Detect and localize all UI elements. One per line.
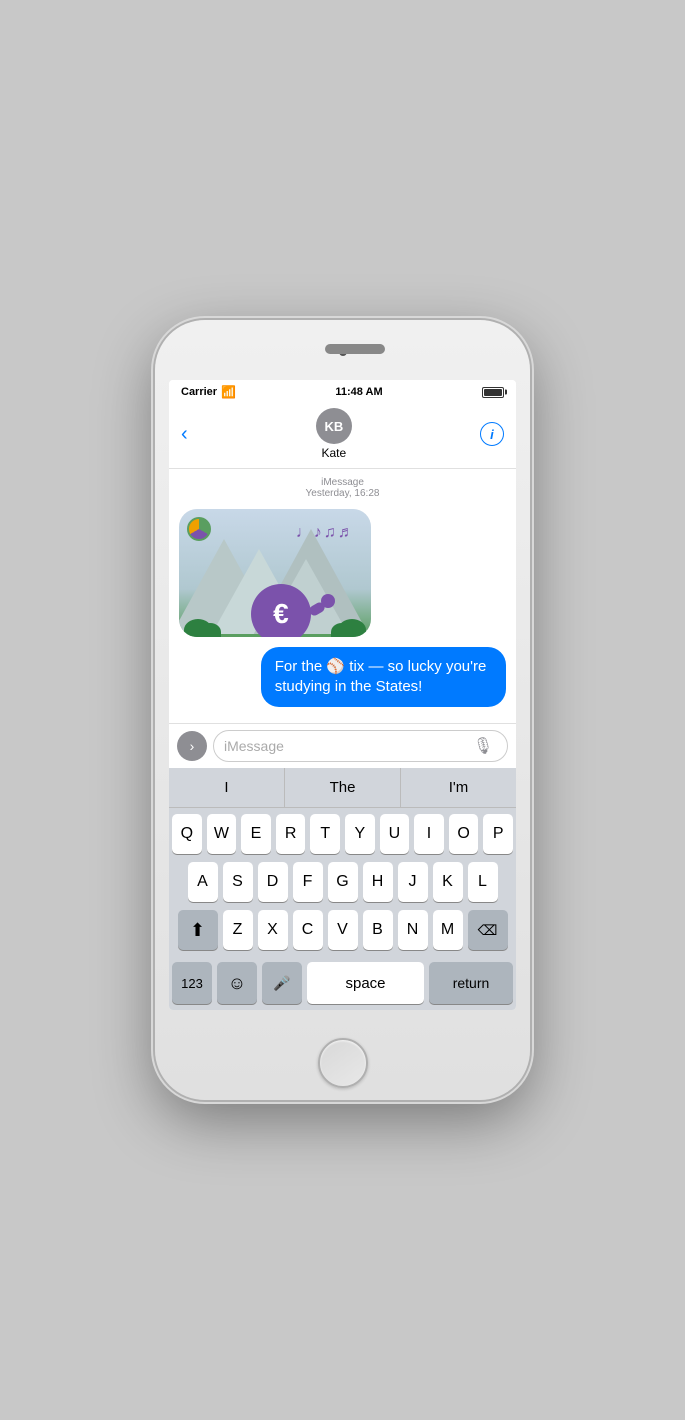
key-o[interactable]: O <box>449 814 479 854</box>
circle-pay-logo <box>187 517 211 541</box>
circle-pay-image: € <box>179 509 371 637</box>
mic-key[interactable]: 🎤 <box>262 962 302 1004</box>
key-y[interactable]: Y <box>345 814 375 854</box>
outgoing-text: For the ⚾ tix — so lucky you're studying… <box>275 658 487 695</box>
contact-name: Kate <box>321 446 346 460</box>
bush-left-2 <box>199 623 221 637</box>
key-m[interactable]: M <box>433 910 463 950</box>
autocomplete-item-1[interactable]: I <box>169 768 285 807</box>
shift-key[interactable]: ⬆ <box>178 910 218 950</box>
key-c[interactable]: C <box>293 910 323 950</box>
key-h[interactable]: H <box>363 862 393 902</box>
key-p[interactable]: P <box>483 814 513 854</box>
key-e[interactable]: E <box>241 814 271 854</box>
key-a[interactable]: A <box>188 862 218 902</box>
wifi-icon: 📶 <box>221 385 236 399</box>
message-input[interactable]: iMessage 🎙 <box>213 730 508 762</box>
key-r[interactable]: R <box>276 814 306 854</box>
speaker <box>325 344 385 354</box>
keys-section: Q W E R T Y U I O P A S D F G <box>169 808 516 962</box>
timestamp-text: Yesterday, 16:28 <box>306 488 380 499</box>
key-t[interactable]: T <box>310 814 340 854</box>
bottom-row: 123 ☺ 🎤 space return <box>169 962 516 1010</box>
key-v[interactable]: V <box>328 910 358 950</box>
back-chevron-icon: ‹ <box>181 423 188 446</box>
nav-bar: ‹ KB Kate i <box>169 404 516 469</box>
key-s[interactable]: S <box>223 862 253 902</box>
key-k[interactable]: K <box>433 862 463 902</box>
status-bar: Carrier 📶 11:48 AM <box>169 380 516 404</box>
home-button[interactable] <box>318 1038 368 1088</box>
autocomplete-bar: I The I'm <box>169 768 516 808</box>
contact-header[interactable]: KB Kate <box>316 408 352 460</box>
status-battery <box>482 387 504 398</box>
microphone-icon: 🎙 <box>473 736 493 756</box>
autocomplete-item-2[interactable]: The <box>285 768 401 807</box>
service-label: iMessage <box>179 477 506 488</box>
avatar-initials: KB <box>324 419 343 434</box>
key-w[interactable]: W <box>207 814 237 854</box>
input-area: › iMessage 🎙 <box>169 723 516 768</box>
timestamp-header: iMessage Yesterday, 16:28 <box>179 477 506 499</box>
bush-right-2 <box>331 623 353 637</box>
key-q[interactable]: Q <box>172 814 202 854</box>
autocomplete-item-3[interactable]: I'm <box>401 768 516 807</box>
key-123[interactable]: 123 <box>172 962 212 1004</box>
euro-character: € <box>251 584 311 637</box>
key-f[interactable]: F <box>293 862 323 902</box>
euro-body: € <box>251 584 311 637</box>
expand-button[interactable]: › <box>177 731 207 761</box>
battery-fill <box>484 389 502 396</box>
key-d[interactable]: D <box>258 862 288 902</box>
key-l[interactable]: L <box>468 862 498 902</box>
emoji-key[interactable]: ☺ <box>217 962 257 1004</box>
battery-icon <box>482 387 504 398</box>
status-time: 11:48 AM <box>335 386 382 398</box>
key-row-3: ⬆ Z X C V B N M ⌫ <box>172 910 513 950</box>
key-row-1: Q W E R T Y U I O P <box>172 814 513 854</box>
key-z[interactable]: Z <box>223 910 253 950</box>
key-j[interactable]: J <box>398 862 428 902</box>
space-key[interactable]: space <box>307 962 424 1004</box>
phone-device: Carrier 📶 11:48 AM ‹ KB Kate i <box>155 320 530 1100</box>
key-n[interactable]: N <box>398 910 428 950</box>
input-placeholder: iMessage <box>224 738 284 754</box>
euro-symbol: € <box>273 598 289 630</box>
messages-area: iMessage Yesterday, 16:28 <box>169 469 516 723</box>
character-fist <box>321 594 335 608</box>
status-carrier: Carrier 📶 <box>181 385 236 399</box>
phone-screen: Carrier 📶 11:48 AM ‹ KB Kate i <box>169 380 516 1010</box>
key-b[interactable]: B <box>363 910 393 950</box>
avatar: KB <box>316 408 352 444</box>
outgoing-message-bubble: For the ⚾ tix — so lucky you're studying… <box>261 647 506 708</box>
music-notes: ♩♪♫♬ <box>296 524 356 542</box>
backspace-key[interactable]: ⌫ <box>468 910 508 950</box>
carrier-text: Carrier <box>181 386 217 398</box>
key-row-2: A S D F G H J K L <box>172 862 513 902</box>
return-key[interactable]: return <box>429 962 513 1004</box>
key-x[interactable]: X <box>258 910 288 950</box>
incoming-message-bubble[interactable]: € <box>179 509 371 637</box>
keyboard: I The I'm Q W E R T Y U <box>169 768 516 1010</box>
info-icon: i <box>490 427 494 442</box>
key-i[interactable]: I <box>414 814 444 854</box>
input-mic-button[interactable]: 🎙 <box>469 732 497 760</box>
expand-icon: › <box>190 738 195 754</box>
back-button[interactable]: ‹ <box>181 423 188 446</box>
key-u[interactable]: U <box>380 814 410 854</box>
info-button[interactable]: i <box>480 422 504 446</box>
key-g[interactable]: G <box>328 862 358 902</box>
